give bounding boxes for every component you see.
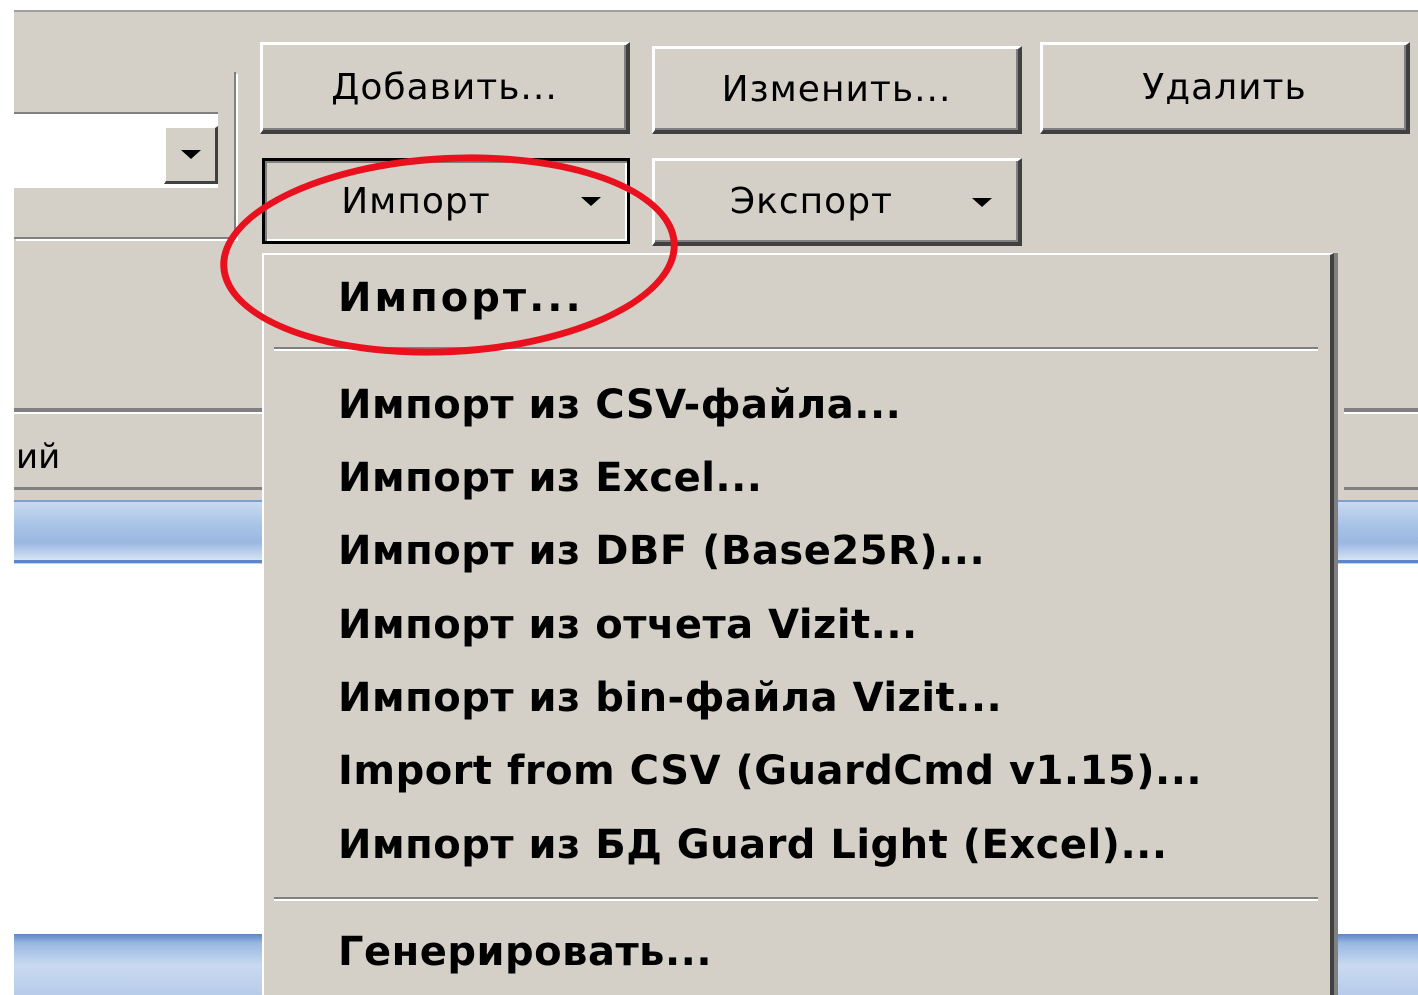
edit-button-label: Изменить... xyxy=(721,69,952,110)
menu-separator xyxy=(274,347,1318,351)
selected-row-right[interactable] xyxy=(1334,500,1418,563)
menu-item-import-default[interactable]: Импорт... xyxy=(338,268,584,328)
menu-item-import-csv[interactable]: Импорт из CSV-файла... xyxy=(338,375,901,435)
menu-item-import-guardcmd-csv[interactable]: Import from CSV (GuardCmd v1.15)... xyxy=(338,741,1202,801)
delete-button[interactable]: Удалить xyxy=(1040,42,1410,134)
menu-item-generate[interactable]: Генерировать... xyxy=(338,922,712,982)
menu-item-import-excel[interactable]: Импорт из Excel... xyxy=(338,448,763,508)
list-top-border xyxy=(14,408,274,414)
menu-separator xyxy=(274,897,1318,901)
menu-item-import-vizit-bin[interactable]: Импорт из bin-файла Vizit... xyxy=(338,668,1002,728)
add-button[interactable]: Добавить... xyxy=(260,42,630,134)
dropdown-arrow-icon xyxy=(972,197,992,207)
dropdown-arrow-icon xyxy=(180,150,201,159)
combobox-dropdown-button[interactable] xyxy=(164,126,218,184)
menu-item-import-guard-light[interactable]: Импорт из БД Guard Light (Excel)... xyxy=(338,815,1168,875)
menu-item-import-dbf[interactable]: Импорт из DBF (Base25R)... xyxy=(338,521,985,581)
delete-button-label: Удалить xyxy=(1142,67,1307,108)
import-dropdown-menu: Импорт... Импорт из CSV-файла... Импорт … xyxy=(262,253,1334,995)
screen: Добавить... Изменить... Удалить Импорт Э… xyxy=(0,0,1418,995)
import-dropdown-button[interactable]: Импорт xyxy=(262,158,630,244)
export-button-label: Экспорт xyxy=(729,181,894,222)
menu-item-import-vizit-report[interactable]: Импорт из отчета Vizit... xyxy=(338,595,918,655)
import-button-label: Импорт xyxy=(341,180,491,222)
export-dropdown-button[interactable]: Экспорт xyxy=(652,158,1022,246)
list-column-header[interactable]: ий xyxy=(14,427,276,490)
edit-button[interactable]: Изменить... xyxy=(652,46,1022,134)
list-column-header-right[interactable] xyxy=(1344,427,1418,490)
selected-row-left[interactable] xyxy=(14,500,262,563)
dropdown-arrow-icon xyxy=(581,197,601,206)
add-button-label: Добавить... xyxy=(331,67,558,108)
column-header-label: ий xyxy=(16,437,61,477)
list-top-border-right xyxy=(1344,408,1418,414)
